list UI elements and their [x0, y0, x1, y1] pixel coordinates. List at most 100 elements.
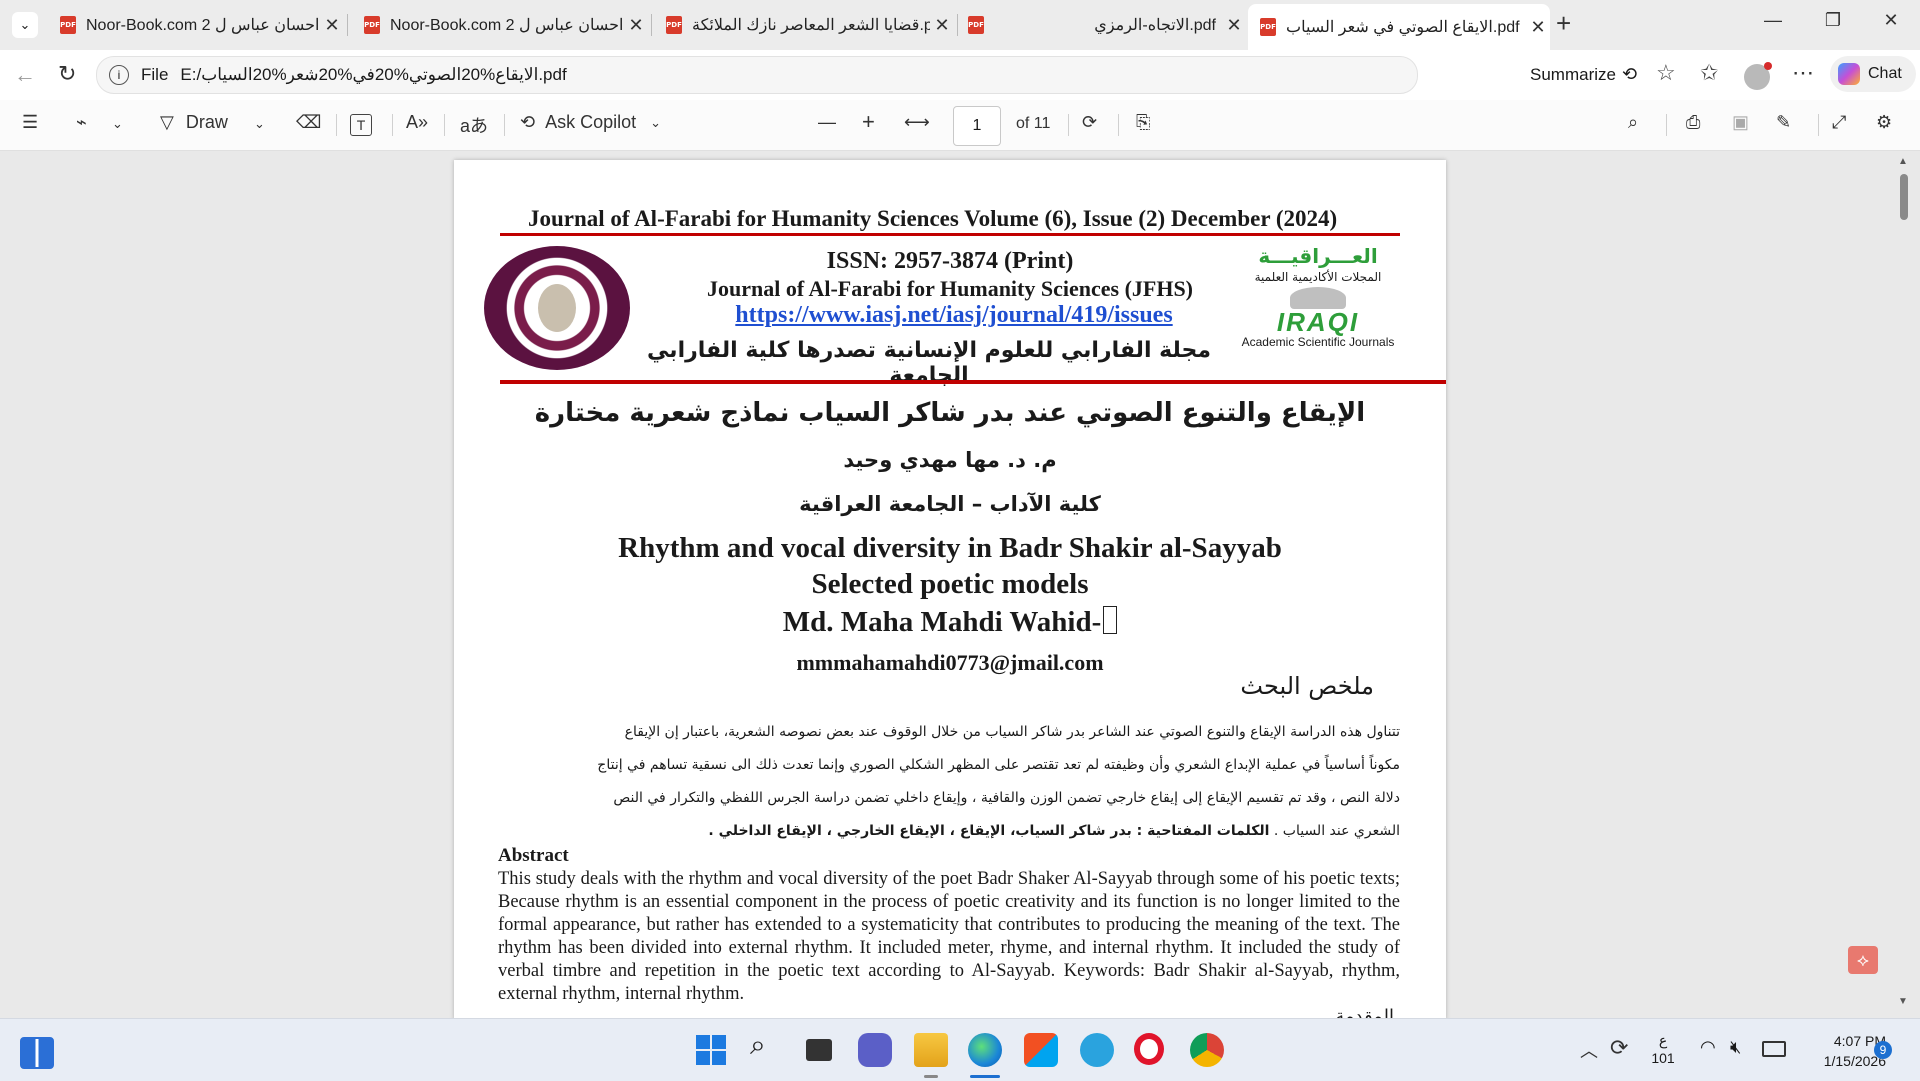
- highlight-icon[interactable]: ⌁: [76, 112, 87, 133]
- pdf-icon: PDF: [666, 16, 682, 34]
- opera-icon[interactable]: [1134, 1033, 1164, 1065]
- scrollbar-thumb[interactable]: [1900, 174, 1908, 220]
- search-icon[interactable]: ⌕: [1628, 112, 1638, 133]
- english-author: Md. Maha Mahdi Wahid-: [500, 606, 1400, 639]
- settings-gear-icon[interactable]: ⚙: [1876, 112, 1892, 133]
- pdf-toolbar: ☰ ⌁ ⌄ ▽ Draw ⌄ ⌫ T A» aあ ⟲ Ask Copilot ⌄…: [0, 100, 1920, 151]
- red-rule-top: [500, 233, 1400, 236]
- edge-active-indicator: [970, 1075, 1000, 1078]
- battery-icon[interactable]: [1762, 1041, 1786, 1057]
- mute-volume-icon[interactable]: 🔇︎: [1730, 1037, 1741, 1058]
- taskbar: ⌕ ︿ ⟳ ع 101 ◠ 🔇︎ 4:07 PM 1/15/2026 9: [0, 1018, 1920, 1081]
- arabic-author: م. د. مها مهدي وحيد: [843, 448, 1057, 472]
- refresh-badge-icon[interactable]: ⟳: [1610, 1035, 1628, 1061]
- close-window-icon[interactable]: ✕: [1876, 10, 1906, 31]
- notification-badge[interactable]: 9: [1874, 1041, 1892, 1059]
- arabic-college: كلية الآداب – الجامعة العراقية: [799, 492, 1101, 516]
- summarize-button[interactable]: Summarize ⟲: [1530, 64, 1637, 85]
- pdf-icon: PDF: [968, 16, 984, 34]
- zoom-in-icon[interactable]: +: [862, 109, 875, 135]
- close-icon[interactable]: ✕: [1526, 17, 1550, 38]
- clock[interactable]: 4:07 PM 1/15/2026: [1796, 1031, 1886, 1071]
- minimize-icon[interactable]: —: [1758, 10, 1788, 31]
- save-icon[interactable]: ▣: [1732, 112, 1749, 133]
- zoom-out-icon[interactable]: —: [818, 112, 836, 133]
- close-icon[interactable]: ✕: [320, 15, 344, 36]
- back-icon[interactable]: ←: [14, 62, 36, 88]
- info-icon[interactable]: i: [109, 65, 129, 85]
- favorite-star-icon[interactable]: ☆: [1656, 60, 1676, 86]
- more-icon[interactable]: ⋯: [1792, 60, 1814, 86]
- wifi-icon[interactable]: ◠: [1700, 1037, 1716, 1058]
- translate-icon[interactable]: aあ: [460, 112, 488, 138]
- refresh-icon[interactable]: ↻: [58, 61, 76, 87]
- scroll-down-icon[interactable]: ▼: [1898, 996, 1908, 1007]
- page-view-icon[interactable]: ⎘: [1136, 112, 1150, 133]
- english-title-line-2: Selected poetic models: [811, 568, 1089, 600]
- eraser-icon[interactable]: ⌫: [296, 112, 321, 133]
- new-tab-button[interactable]: +: [1556, 8, 1571, 39]
- task-view-icon[interactable]: [806, 1039, 832, 1061]
- tab-alittijah[interactable]: PDF الاتجاه-الرمزي.pdf ✕: [956, 6, 1246, 44]
- close-icon[interactable]: ✕: [624, 15, 648, 36]
- text-box-icon[interactable]: T: [350, 114, 372, 136]
- tab-qadaya[interactable]: PDF قضايا الشعر المعاصر نازك الملائكة.pd…: [654, 6, 954, 44]
- page-number-input[interactable]: 1: [953, 106, 1001, 146]
- pdf-icon: PDF: [60, 16, 76, 34]
- widgets-icon[interactable]: [20, 1037, 54, 1069]
- tab-alsayyab-active[interactable]: PDF الايقاع الصوتي في شعر السياب.pdf ✕: [1248, 4, 1550, 50]
- arabic-title: الإيقاع والتنوع الصوتي عند بدر شاكر السي…: [534, 398, 1366, 428]
- page-count: of 11: [1016, 115, 1051, 132]
- store-icon[interactable]: [1024, 1033, 1058, 1067]
- restore-icon[interactable]: ❐: [1818, 10, 1848, 31]
- close-icon[interactable]: ✕: [930, 15, 954, 36]
- chevron-down-icon[interactable]: ⌄: [254, 116, 265, 132]
- language-indicator[interactable]: ع 101: [1648, 1031, 1678, 1067]
- tab-noorbook-1[interactable]: PDF Noor-Book.com 2 احسان عباس ل ✕: [48, 6, 344, 44]
- favorites-icon[interactable]: ✩: [1700, 60, 1718, 86]
- file-explorer-icon[interactable]: [914, 1033, 948, 1067]
- edge-browser-icon[interactable]: [968, 1033, 1002, 1067]
- print-icon[interactable]: ⎙: [1686, 112, 1700, 133]
- rotate-icon[interactable]: ⟳: [1082, 112, 1097, 133]
- tab-strip: ⌄ PDF Noor-Book.com 2 احسان عباس ل ✕ PDF…: [0, 0, 1920, 50]
- red-rule-bottom: [500, 380, 1446, 384]
- chevron-up-icon[interactable]: ︿: [1580, 1037, 1598, 1063]
- telegram-icon[interactable]: [1080, 1033, 1114, 1067]
- address-url[interactable]: E:/الايقاع%20الصوتي%20في%20شعر%20السياب.…: [180, 65, 566, 85]
- read-aloud-icon[interactable]: A»: [406, 112, 428, 133]
- contents-list-icon[interactable]: ☰: [22, 112, 38, 133]
- issn: ISSN: 2957-3874 (Print): [826, 248, 1074, 274]
- journal-url-link[interactable]: https://www.iasj.net/iasj/journal/419/is…: [654, 302, 1254, 329]
- draw-button[interactable]: ▽ Draw: [160, 112, 228, 133]
- chat-button[interactable]: Chat: [1830, 56, 1916, 92]
- address-row: ← ↻ i File E:/الايقاع%20الصوتي%20في%20شع…: [0, 50, 1920, 100]
- close-icon[interactable]: ✕: [1222, 15, 1246, 36]
- scroll-up-icon[interactable]: ▲: [1898, 156, 1908, 167]
- fit-width-icon[interactable]: ⟷: [904, 112, 930, 133]
- tab-actions-chevron-icon[interactable]: ⌄: [12, 12, 38, 38]
- ask-copilot-button[interactable]: ⟲ Ask Copilot ⌄: [520, 112, 661, 133]
- explorer-active-indicator: [924, 1075, 938, 1078]
- arabic-abstract: تتناول هذه الدراسة الإيقاع والتنوع الصوت…: [597, 724, 1400, 839]
- journal-header-line: Journal of Al-Farabi for Humanity Scienc…: [528, 206, 1338, 231]
- pdf-icon: PDF: [364, 16, 380, 34]
- fullscreen-icon[interactable]: ⤢: [1832, 112, 1846, 133]
- missing-glyph-icon: [1103, 606, 1118, 634]
- address-bar[interactable]: i File E:/الايقاع%20الصوتي%20في%20شعر%20…: [96, 56, 1418, 94]
- save-as-icon[interactable]: ✎: [1776, 112, 1791, 133]
- search-icon[interactable]: ⌕: [750, 1029, 784, 1063]
- iraqi-journals-logo: العـــراقيـــة المجلات الأكاديمية العلمي…: [1241, 244, 1395, 349]
- chevron-down-icon[interactable]: ⌄: [112, 116, 123, 132]
- acrobat-icon[interactable]: ⟡: [1848, 946, 1878, 974]
- chrome-icon[interactable]: [1190, 1033, 1224, 1067]
- arabic-abstract-heading: ملخص البحث: [1240, 672, 1374, 700]
- abstract-body: This study deals with the rhythm and voc…: [498, 869, 1400, 1004]
- meet-icon[interactable]: [858, 1033, 892, 1067]
- start-windows-icon[interactable]: [696, 1035, 726, 1065]
- pdf-icon: PDF: [1260, 18, 1276, 36]
- abstract-heading: Abstract: [498, 845, 569, 866]
- tab-noorbook-2[interactable]: PDF Noor-Book.com 2 احسان عباس ل ✕: [352, 6, 648, 44]
- copilot-icon: ⟲: [520, 112, 536, 132]
- draw-icon: ▽: [160, 112, 174, 132]
